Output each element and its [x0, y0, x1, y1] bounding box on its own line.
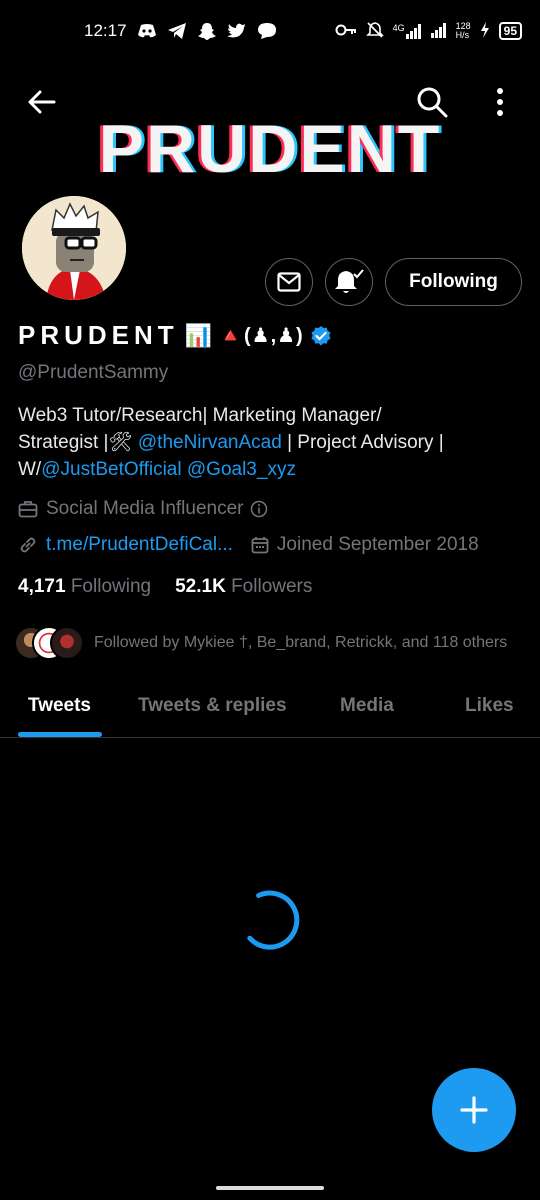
mention-link[interactable]: @JustBetOfficial	[41, 459, 181, 480]
status-left: 12:17	[84, 21, 277, 41]
chat-bubble-icon	[257, 22, 277, 40]
home-indicator[interactable]	[216, 1186, 324, 1190]
link-joined-row: t.me/PrudentDefiCal... Joined September …	[18, 534, 479, 556]
net-speed: 128 H/s	[456, 22, 471, 40]
compose-tweet-button[interactable]	[432, 1068, 516, 1152]
telegram-icon	[167, 22, 187, 40]
bio: Web3 Tutor/Research| Marketing Manager/ …	[18, 402, 523, 483]
bio-line: W/@JustBetOfficial @Goal3_xyz	[18, 456, 523, 483]
signal-icon: 4G	[393, 23, 422, 39]
calendar-icon	[251, 536, 269, 554]
followed-by[interactable]: Followed by Mykiee †, Be_brand, Retrickk…	[14, 624, 507, 662]
discord-icon	[137, 22, 157, 40]
followers-count: 52.1K	[175, 576, 226, 597]
handle: @PrudentSammy	[18, 362, 169, 383]
network-type: 4G	[392, 23, 405, 33]
active-tab-indicator	[18, 732, 102, 737]
status-bar: 12:17 4G 128 H/s 95	[0, 0, 540, 62]
display-name-row: PRUDENT 📊 🔺(♟,♟)	[18, 320, 332, 351]
name-suffix: 🔺(♟,♟)	[218, 325, 304, 347]
bell-check-icon	[335, 269, 364, 293]
following-button[interactable]: Following	[385, 258, 522, 306]
twitter-icon	[226, 22, 247, 40]
verified-badge-icon[interactable]	[310, 325, 332, 347]
notifications-button[interactable]	[325, 258, 373, 306]
snapchat-icon	[197, 22, 217, 40]
avatar-illustration	[22, 196, 126, 300]
search-button[interactable]	[412, 82, 452, 122]
chart-emoji: 📊	[184, 322, 213, 348]
briefcase-icon	[18, 500, 38, 518]
speed-unit: H/s	[455, 30, 470, 40]
profile-tabs: Tweets Tweets & replies Media Likes	[0, 676, 540, 738]
info-icon[interactable]	[250, 500, 268, 518]
charging-icon	[480, 21, 490, 41]
professional-category: Social Media Influencer	[46, 498, 244, 519]
bio-text: W/	[18, 459, 42, 480]
key-icon	[335, 23, 357, 40]
avatar[interactable]	[18, 192, 130, 304]
signal-icon-2	[430, 22, 447, 41]
mention-link[interactable]: @Goal3_xyz	[187, 459, 296, 480]
battery-level: 95	[498, 22, 522, 40]
followers-label: Followers	[231, 576, 313, 597]
follower-avatar	[50, 626, 84, 660]
clock: 12:17	[84, 21, 127, 40]
loading-spinner-icon	[247, 890, 300, 950]
followed-by-text: Followed by Mykiee †, Be_brand, Retrickk…	[94, 634, 508, 651]
following-count: 4,171	[18, 576, 66, 597]
message-button[interactable]	[265, 258, 313, 306]
tab-media[interactable]: Media	[340, 676, 394, 736]
tab-tweets[interactable]: Tweets	[28, 676, 91, 736]
bio-text: Strategist |🛠	[18, 432, 138, 453]
join-date: Joined September 2018	[276, 534, 479, 555]
status-right: 4G 128 H/s 95	[335, 21, 522, 42]
mention-link[interactable]: @theNirvanAcad	[138, 432, 282, 453]
more-options-button[interactable]	[482, 82, 518, 122]
envelope-icon	[277, 272, 301, 292]
bio-line: Web3 Tutor/Research| Marketing Manager/	[18, 405, 382, 426]
mute-icon	[365, 21, 384, 42]
category-row: Social Media Influencer	[18, 498, 268, 520]
website-link[interactable]: t.me/PrudentDefiCal...	[46, 534, 233, 556]
followers-count-link[interactable]: 52.1K Followers	[175, 576, 312, 598]
following-count-link[interactable]: 4,171 Following	[18, 576, 151, 598]
bio-line: Strategist |🛠 @theNirvanAcad | Project A…	[18, 429, 523, 456]
arrow-left-icon	[28, 90, 56, 114]
back-button[interactable]	[22, 84, 62, 120]
banner-text: PRUDENT	[98, 111, 442, 187]
link-icon	[18, 535, 38, 555]
search-icon	[417, 87, 448, 118]
tab-likes[interactable]: Likes	[465, 676, 514, 736]
plus-icon	[460, 1096, 488, 1124]
profile-banner[interactable]: PRUDENT	[0, 62, 540, 196]
more-vertical-icon	[497, 88, 503, 116]
display-name: PRUDENT	[18, 320, 179, 350]
following-label: Following	[70, 576, 152, 597]
follow-counts: 4,171 Following 52.1K Followers	[18, 576, 312, 598]
bio-text: | Project Advisory |	[281, 432, 444, 453]
follower-avatars	[14, 624, 86, 662]
tab-tweets-replies[interactable]: Tweets & replies	[138, 676, 287, 736]
